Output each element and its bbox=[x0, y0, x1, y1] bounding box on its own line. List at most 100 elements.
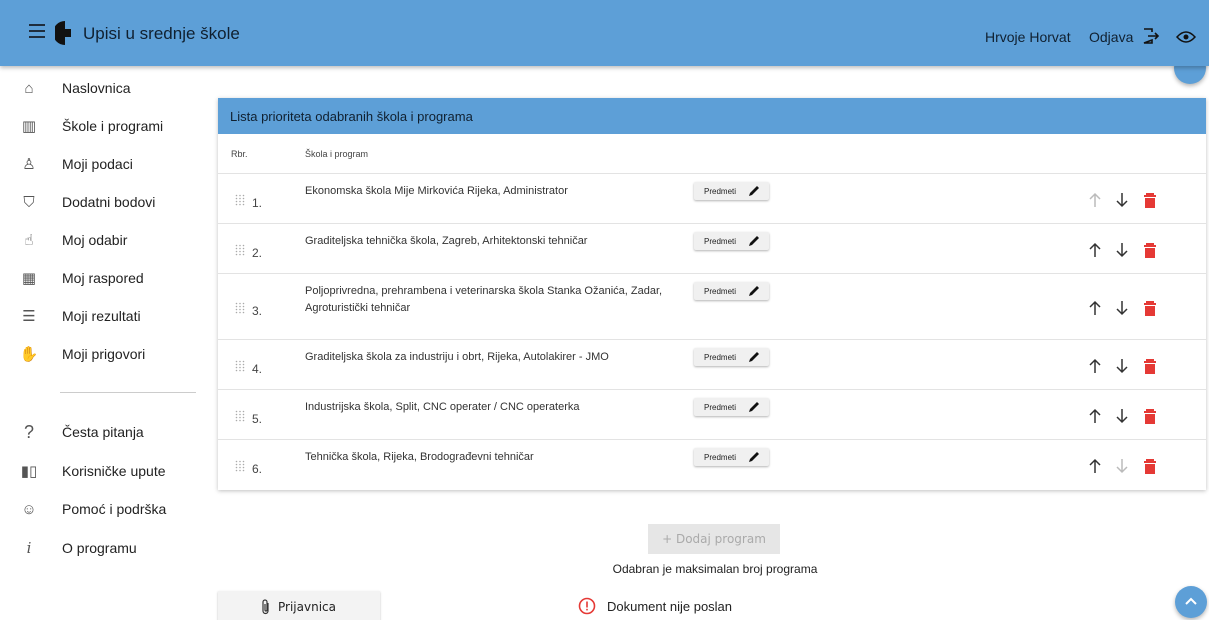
row-number: 2. bbox=[252, 246, 263, 260]
delete-icon[interactable] bbox=[1143, 192, 1157, 208]
calendar-icon: ▦ bbox=[21, 270, 37, 287]
row-number: 1. bbox=[252, 196, 263, 210]
school-program-name: Poljoprivredna, prehrambena i veterinars… bbox=[305, 285, 663, 314]
table-row[interactable]: 5. Industrijska škola, Split, CNC operate… bbox=[218, 390, 1206, 440]
eye-icon[interactable] bbox=[1176, 30, 1196, 44]
predmeti-button[interactable]: Predmeti bbox=[694, 182, 769, 200]
move-down-icon[interactable] bbox=[1115, 300, 1129, 316]
sidebar-item-moji-podaci[interactable]: ♙ Moji podaci bbox=[0, 145, 205, 183]
predmeti-button[interactable]: Predmeti bbox=[694, 448, 769, 466]
school-program-name: Tehnička škola, Rijeka, Brodograđevni te… bbox=[305, 451, 534, 463]
home-icon: ⌂ bbox=[24, 79, 34, 97]
row-number: 6. bbox=[252, 462, 263, 476]
prijavnica-button[interactable]: Prijavnica bbox=[218, 591, 380, 620]
table-row[interactable]: 2. Graditeljska tehnička škola, Zagreb, A… bbox=[218, 224, 1206, 274]
predmeti-label: Predmeti bbox=[704, 286, 737, 296]
drag-handle-icon[interactable] bbox=[235, 302, 245, 314]
col-header-rbr: Rbr. bbox=[231, 149, 248, 159]
sidebar-item-o-programu[interactable]: i O programu bbox=[0, 529, 205, 567]
question-icon: ? bbox=[23, 421, 34, 442]
pencil-icon bbox=[749, 402, 759, 412]
add-program-button[interactable]: + Dodaj program bbox=[648, 524, 780, 554]
sidebar-item-label: Škole i programi bbox=[62, 118, 164, 134]
table-header: Rbr. Škola i program bbox=[218, 134, 1206, 174]
predmeti-button[interactable]: Predmeti bbox=[694, 348, 769, 366]
predmeti-button[interactable]: Predmeti bbox=[694, 398, 769, 416]
sidebar-item-label: Moj odabir bbox=[62, 232, 128, 248]
table-row[interactable]: 1. Ekonomska škola Mije Mirkovića Rijeka,… bbox=[218, 174, 1206, 224]
prijavnica-label: Prijavnica bbox=[278, 600, 336, 614]
sidebar-item-moj-raspored[interactable]: ▦ Moj raspored bbox=[0, 259, 205, 297]
hamburger-menu-icon[interactable] bbox=[29, 24, 45, 38]
sidebar-item-moji-rezultati[interactable]: ☰ Moji rezultati bbox=[0, 297, 205, 335]
predmeti-label: Predmeti bbox=[704, 452, 737, 462]
move-up-icon[interactable] bbox=[1088, 408, 1102, 424]
predmeti-label: Predmeti bbox=[704, 402, 737, 412]
chevron-up-icon bbox=[1185, 597, 1197, 605]
move-down-icon[interactable] bbox=[1115, 408, 1129, 424]
user-name: Hrvoje Horvat bbox=[985, 29, 1071, 45]
move-down-icon[interactable] bbox=[1115, 242, 1129, 258]
sidebar-item-naslovnica[interactable]: ⌂ Naslovnica bbox=[0, 69, 205, 107]
delete-icon[interactable] bbox=[1143, 242, 1157, 258]
move-up-icon[interactable] bbox=[1088, 242, 1102, 258]
sidebar: ⌂ Naslovnica ▥ Škole i programi ♙ Moji p… bbox=[0, 66, 210, 620]
sidebar-item-korisnicke-upute[interactable]: ▮▯ Korisničke upute bbox=[0, 452, 205, 490]
pencil-icon bbox=[749, 286, 759, 296]
list-icon: ☰ bbox=[22, 308, 36, 325]
raised-hand-icon: ✋ bbox=[19, 346, 39, 363]
drag-handle-icon[interactable] bbox=[235, 194, 245, 206]
logout-link[interactable]: Odjava bbox=[1089, 29, 1133, 45]
document-status: Dokument nije poslan bbox=[607, 599, 733, 614]
hand-pointer-icon: ☝ bbox=[24, 232, 34, 249]
school-program-name: Ekonomska škola Mije Mirkovića Rijeka, A… bbox=[305, 185, 568, 197]
sidebar-item-pomoc-i-podrska[interactable]: ☺ Pomoć i podrška bbox=[0, 490, 205, 528]
predmeti-button[interactable]: Predmeti bbox=[694, 282, 769, 300]
priority-list-card: Lista prioriteta odabranih škola i progr… bbox=[218, 98, 1206, 490]
move-down-icon[interactable] bbox=[1115, 192, 1129, 208]
card-title: Lista prioriteta odabranih škola i progr… bbox=[218, 98, 1206, 134]
info-icon: i bbox=[26, 539, 32, 557]
warning-circle-icon bbox=[578, 597, 596, 615]
row-number: 3. bbox=[252, 304, 263, 318]
person-icon: ♙ bbox=[22, 156, 36, 173]
sidebar-item-label: Dodatni bodovi bbox=[62, 194, 156, 210]
main-content: Lista prioriteta odabranih škola i progr… bbox=[210, 52, 1209, 620]
pencil-icon bbox=[749, 352, 759, 362]
sidebar-item-skole-i-programi[interactable]: ▥ Škole i programi bbox=[0, 107, 205, 145]
delete-icon[interactable] bbox=[1143, 300, 1157, 316]
sidebar-item-label: Česta pitanja bbox=[62, 424, 144, 440]
table-row[interactable]: 6. Tehnička škola, Rijeka, Brodograđevni … bbox=[218, 440, 1206, 490]
move-up-icon[interactable] bbox=[1088, 358, 1102, 374]
drag-handle-icon[interactable] bbox=[235, 360, 245, 372]
delete-icon[interactable] bbox=[1143, 458, 1157, 474]
drag-handle-icon[interactable] bbox=[235, 410, 245, 422]
drag-handle-icon[interactable] bbox=[235, 460, 245, 472]
predmeti-button[interactable]: Predmeti bbox=[694, 232, 769, 250]
move-down-icon[interactable] bbox=[1115, 458, 1129, 474]
move-down-icon[interactable] bbox=[1115, 358, 1129, 374]
logout-icon[interactable] bbox=[1142, 27, 1160, 45]
sidebar-item-label: Korisničke upute bbox=[62, 463, 166, 479]
buildings-icon: ▥ bbox=[21, 118, 37, 135]
sidebar-item-dodatni-bodovi[interactable]: ⛉ Dodatni bodovi bbox=[0, 183, 205, 221]
pencil-icon bbox=[749, 452, 759, 462]
delete-icon[interactable] bbox=[1143, 358, 1157, 374]
sidebar-item-label: Moji rezultati bbox=[62, 308, 141, 324]
predmeti-label: Predmeti bbox=[704, 352, 737, 362]
move-up-icon[interactable] bbox=[1088, 458, 1102, 474]
drag-handle-icon[interactable] bbox=[235, 244, 245, 256]
scroll-to-top-button[interactable] bbox=[1175, 586, 1207, 618]
table-row[interactable]: 3. Poljoprivredna, prehrambena i veterina… bbox=[218, 274, 1206, 340]
support-icon: ☺ bbox=[21, 500, 37, 518]
sidebar-item-cesta-pitanja[interactable]: ? Česta pitanja bbox=[0, 413, 205, 451]
table-row[interactable]: 4. Graditeljska škola za industriju i obr… bbox=[218, 340, 1206, 390]
move-up-icon[interactable] bbox=[1088, 300, 1102, 316]
sidebar-item-moj-odabir[interactable]: ☝ Moj odabir bbox=[0, 221, 205, 259]
move-up-icon[interactable] bbox=[1088, 192, 1102, 208]
sidebar-item-moji-prigovori[interactable]: ✋ Moji prigovori bbox=[0, 335, 205, 373]
top-bar: Upisi u srednje škole Hrvoje Horvat Odja… bbox=[0, 0, 1209, 66]
col-header-school: Škola i program bbox=[305, 149, 369, 159]
delete-icon[interactable] bbox=[1143, 408, 1157, 424]
sidebar-divider bbox=[60, 392, 196, 393]
